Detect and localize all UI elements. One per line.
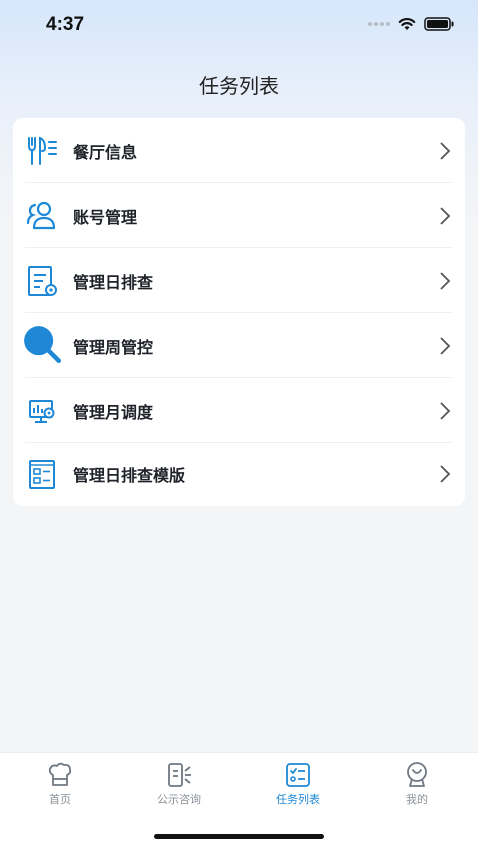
profile-icon xyxy=(407,762,427,787)
battery-icon xyxy=(424,17,454,31)
tab-task-list[interactable]: 任务列表 xyxy=(238,753,358,813)
task-list-icon xyxy=(286,763,310,787)
menu-item-restaurant-info[interactable]: 餐厅信息 xyxy=(13,118,465,183)
menu-item-label: 账号管理 xyxy=(73,208,138,227)
status-bar: 4:37 xyxy=(0,0,478,54)
template-grid-icon xyxy=(29,460,55,489)
menu-item-account-management[interactable]: 账号管理 xyxy=(13,183,465,248)
chevron-right-icon xyxy=(440,272,451,290)
menu-item-label: 管理月调度 xyxy=(73,403,154,422)
menu-item-daily-inspection[interactable]: 管理日排查 xyxy=(13,248,465,313)
monitor-gear-icon xyxy=(29,400,55,423)
status-time: 4:37 xyxy=(46,14,85,35)
tab-label: 任务列表 xyxy=(276,793,320,806)
menu-item-label: 管理日排查 xyxy=(73,273,154,292)
page-title: 任务列表 xyxy=(199,74,279,98)
menu-item-weekly-control[interactable]: 管理周管控 xyxy=(13,313,465,378)
magnifier-icon xyxy=(24,326,61,363)
tab-label: 首页 xyxy=(49,793,71,806)
menu-item-monthly-dispatch[interactable]: 管理月调度 xyxy=(13,378,465,443)
announcement-icon xyxy=(168,763,191,787)
restaurant-utensils-icon xyxy=(28,136,57,165)
chevron-right-icon xyxy=(440,207,451,225)
home-icon xyxy=(48,762,72,786)
tab-profile[interactable]: 我的 xyxy=(357,753,477,813)
signal-icon xyxy=(368,22,390,26)
tab-label: 我的 xyxy=(406,793,428,806)
tab-label: 公示咨询 xyxy=(157,793,201,806)
menu-item-daily-inspection-template[interactable]: 管理日排查模版 xyxy=(13,441,465,506)
tab-home[interactable]: 首页 xyxy=(0,753,120,813)
chevron-right-icon xyxy=(440,337,451,355)
status-icons xyxy=(368,17,454,31)
users-icon xyxy=(26,201,56,230)
chevron-right-icon xyxy=(440,402,451,420)
chevron-right-icon xyxy=(440,465,451,483)
tab-announcements[interactable]: 公示咨询 xyxy=(119,753,239,813)
task-menu-card: 餐厅信息 账号管理 管理日排查 管理周管控 管理月调度 管理日排查模版 xyxy=(13,118,465,506)
home-indicator[interactable] xyxy=(154,834,324,839)
chevron-right-icon xyxy=(440,142,451,160)
document-gear-icon xyxy=(28,266,57,296)
menu-item-label: 管理日排查模版 xyxy=(73,466,186,485)
menu-item-label: 管理周管控 xyxy=(73,338,154,357)
menu-item-label: 餐厅信息 xyxy=(73,143,138,162)
wifi-icon xyxy=(398,17,416,30)
